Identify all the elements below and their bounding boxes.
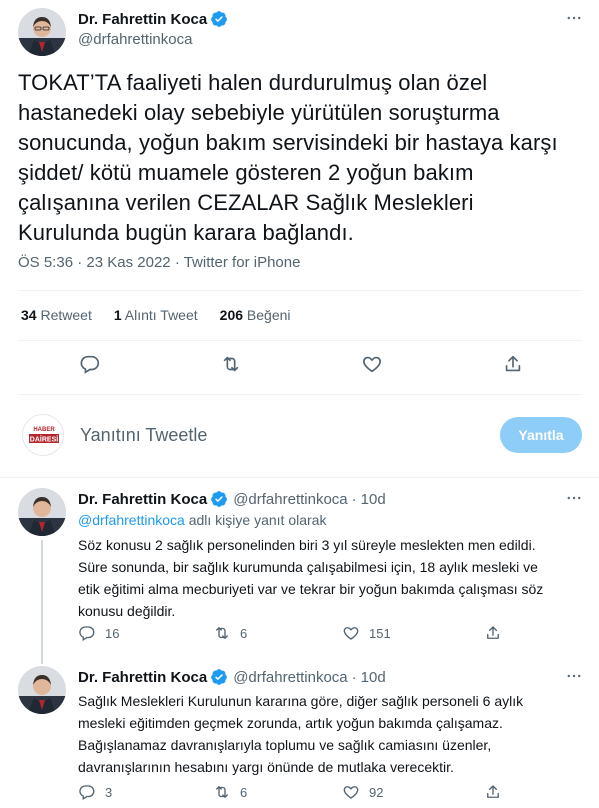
reply-text-line: Söz konusu 2 sağlık personelinden biri 3… [78, 537, 536, 553]
reply-text-line: konusu değildir. [78, 603, 176, 619]
share-action[interactable] [484, 783, 502, 801]
reply-button[interactable]: Yanıtla [500, 417, 582, 453]
reply-age[interactable]: 10d [361, 669, 386, 686]
reply-author-avatar[interactable] [18, 488, 66, 536]
reply-author-handle[interactable]: @drfahrettinkoca [233, 669, 347, 686]
divider [18, 394, 582, 395]
tweet-text-line: TOKAT’TA faaliyeti halen durdurulmuş ola… [18, 70, 488, 95]
tweet-text-line: şiddet/ kötü muamele gösteren 2 yoğun ba… [18, 160, 474, 185]
tweet-metadata: ÖS 5:36 · 23 Kas 2022 · Twitter for iPho… [18, 254, 300, 271]
like-icon [343, 627, 359, 640]
retweet-action[interactable]: 6 [213, 783, 247, 801]
reply-count: 3 [105, 784, 113, 800]
reply-icon[interactable] [78, 352, 102, 376]
meta-separator: · [351, 490, 357, 508]
like-action[interactable]: 92 [342, 783, 383, 801]
tweet-text-line: Kurulunda bugün karara bağlandı. [18, 220, 354, 245]
retweets-stat[interactable]: 34 Retweet [21, 307, 92, 323]
more-icon[interactable] [564, 488, 584, 508]
verified-badge-icon [210, 668, 228, 686]
reply-action[interactable]: 16 [78, 624, 119, 642]
avatar-logo-text-top: HABER [33, 427, 55, 433]
divider [18, 340, 582, 341]
like-count: 151 [369, 625, 391, 641]
tweet-source[interactable]: Twitter for iPhone [184, 254, 301, 271]
reply-author-name[interactable]: Dr. Fahrettin Koca [78, 669, 207, 686]
share-icon [487, 785, 499, 798]
reply-text: Söz konusu 2 sağlık personelinden biri 3… [78, 534, 588, 622]
reply-text-line: etik eğitimi alma mecburiyeti var ve tek… [78, 581, 544, 597]
quotes-stat[interactable]: 1 Alıntı Tweet [114, 307, 198, 323]
thread-line [41, 540, 43, 664]
verified-badge-icon [210, 10, 228, 28]
user-avatar[interactable]: HABER DAİRESİ [22, 414, 64, 456]
tweet-date[interactable]: 23 Kas 2022 [86, 254, 170, 271]
reply-tweet[interactable]: Dr. Fahrettin Koca @drfahrettinkoca · 10… [0, 658, 599, 808]
reply-age[interactable]: 10d [361, 491, 386, 508]
verified-badge-icon [210, 490, 228, 508]
share-icon [487, 626, 499, 639]
retweet-icon[interactable] [219, 352, 243, 376]
replying-to-mention[interactable]: @drfahrettinkoca [78, 512, 185, 528]
reply-tweet[interactable]: Dr. Fahrettin Koca @drfahrettinkoca · 10… [0, 478, 599, 664]
reply-text-line: Sağlık Meslekleri Kurulunun kararına gör… [78, 693, 524, 709]
reply-author-handle[interactable]: @drfahrettinkoca [233, 491, 347, 508]
tweet-text-line: hastanedeki olay sebebiyle yürütülen sor… [18, 100, 500, 125]
meta-separator: · [174, 254, 184, 271]
reply-count: 16 [105, 625, 120, 641]
reply-author-name[interactable]: Dr. Fahrettin Koca [78, 491, 207, 508]
meta-separator: · [77, 254, 87, 271]
reply-text-line: Bağışlanamaz davranışlarıyla toplumu ve … [78, 737, 492, 753]
reply-icon [79, 785, 95, 800]
share-action[interactable] [484, 624, 502, 642]
reply-composer: HABER DAİRESİ Yanıtını Tweetle Yanıtla [0, 412, 599, 462]
retweet-icon [216, 627, 228, 639]
replying-to-label: adlı kişiye yanıt olarak [184, 512, 327, 528]
retweet-icon [216, 786, 228, 798]
reply-author-avatar[interactable] [18, 666, 66, 714]
avatar-logo-text-bottom: DAİRESİ [30, 436, 58, 444]
author-avatar[interactable] [18, 8, 66, 56]
reply-text: Sağlık Meslekleri Kurulunun kararına gör… [78, 690, 588, 778]
like-icon[interactable] [360, 352, 384, 376]
tweet-text-line: sonucunda, yoğun bakım servisindeki bir … [18, 130, 558, 155]
more-icon[interactable] [564, 8, 584, 28]
reply-text-line: mesleki eğitimden geçmek zorunda, artık … [78, 715, 503, 731]
retweet-count: 6 [240, 625, 248, 641]
author-handle[interactable]: @drfahrettinkoca [78, 31, 192, 48]
meta-separator: · [351, 668, 357, 686]
author-display-name[interactable]: Dr. Fahrettin Koca [78, 11, 207, 28]
retweet-count: 6 [240, 784, 248, 800]
reply-icon [79, 626, 95, 641]
divider [18, 290, 582, 291]
share-icon[interactable] [501, 352, 525, 376]
retweet-action[interactable]: 6 [213, 624, 247, 642]
reply-text-line: Süre sonunda, bir sağlık kurumunda çalış… [78, 559, 538, 575]
like-count: 92 [369, 784, 384, 800]
tweet-actions [0, 352, 599, 382]
likes-stat[interactable]: 206 Beğeni [220, 307, 291, 323]
reply-input[interactable]: Yanıtını Tweetle [80, 425, 207, 446]
reply-text-line: davranışlarının hesabını yargı önünde de… [78, 759, 454, 775]
like-icon [343, 786, 359, 799]
more-icon[interactable] [564, 666, 584, 686]
replying-to: @drfahrettinkoca adlı kişiye yanıt olara… [78, 512, 326, 528]
like-action[interactable]: 151 [342, 624, 391, 642]
tweet-stats: 34 Retweet 1 Alıntı Tweet 206 Beğeni [21, 307, 313, 323]
tweet-time[interactable]: ÖS 5:36 [18, 254, 73, 271]
tweet-text-line: çalışanına verilen CEZALAR Sağlık Meslek… [18, 190, 474, 215]
tweet-text: TOKAT’TA faaliyeti halen durdurulmuş ola… [18, 68, 588, 248]
reply-action[interactable]: 3 [78, 783, 112, 801]
